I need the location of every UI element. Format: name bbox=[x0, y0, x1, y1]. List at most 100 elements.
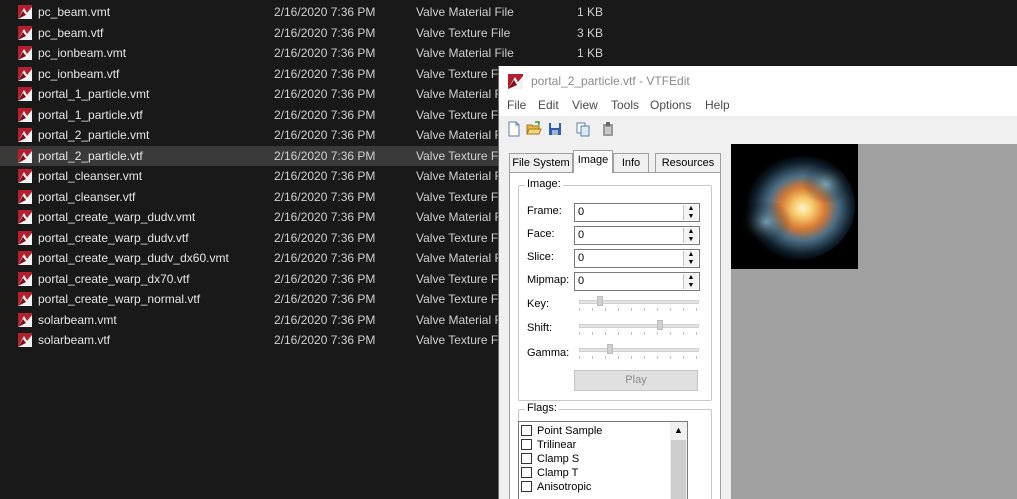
title-bar[interactable]: portal_2_particle.vtf - VTFEdit bbox=[499, 66, 1017, 96]
file-date: 2/16/2020 7:36 PM bbox=[274, 148, 376, 163]
valve-file-icon bbox=[18, 148, 32, 163]
file-date: 2/16/2020 7:36 PM bbox=[274, 251, 376, 265]
file-type: Valve Material File bbox=[416, 5, 514, 19]
face-spin-buttons[interactable]: ▲ ▼ bbox=[683, 228, 698, 243]
valve-file-icon bbox=[18, 189, 32, 204]
menu-edit[interactable]: Edit bbox=[538, 98, 559, 112]
shift-label: Shift: bbox=[527, 322, 553, 334]
file-date: 2/16/2020 7:36 PM bbox=[274, 312, 376, 327]
file-date: 2/16/2020 7:36 PM bbox=[274, 292, 376, 306]
file-date: 2/16/2020 7:36 PM bbox=[274, 271, 376, 286]
checkbox[interactable] bbox=[521, 467, 532, 478]
file-row[interactable]: pc_beam.vtf 2/16/2020 7:36 PM Valve Textur… bbox=[0, 23, 1017, 43]
gamma-slider-thumb[interactable] bbox=[607, 344, 613, 354]
open-icon[interactable] bbox=[526, 121, 542, 137]
flag-label: Clamp S bbox=[537, 453, 580, 465]
tab-image[interactable]: Image bbox=[573, 150, 613, 173]
file-type: Valve Texture File bbox=[416, 292, 511, 306]
menu-tools[interactable]: Tools bbox=[611, 98, 639, 112]
valve-file-icon bbox=[18, 5, 32, 19]
scroll-up-icon[interactable]: ▲ bbox=[670, 422, 687, 439]
file-name: pc_beam.vtf bbox=[38, 25, 104, 40]
tab-info[interactable]: Info bbox=[613, 153, 649, 172]
spin-up-icon[interactable]: ▲ bbox=[684, 205, 698, 212]
checkbox[interactable] bbox=[521, 425, 532, 436]
image-tab-panel: Image: Frame: 0 ▲ ▼ Face: 0 ▲ ▼ Slice: 0 ▲… bbox=[509, 172, 721, 499]
flag-label: Point Sample bbox=[537, 425, 603, 437]
tab-resources[interactable]: Resources bbox=[655, 153, 721, 172]
valve-file-icon bbox=[18, 271, 32, 286]
mipmap-spinner[interactable]: 0 ▲ ▼ bbox=[574, 272, 700, 291]
file-name: portal_create_warp_dudv_dx60.vmt bbox=[38, 251, 229, 265]
face-label: Face: bbox=[527, 228, 555, 240]
valve-file-icon bbox=[18, 107, 32, 122]
file-date: 2/16/2020 7:36 PM bbox=[274, 25, 376, 40]
file-row[interactable]: pc_beam.vmt 2/16/2020 7:36 PM Valve Materi… bbox=[0, 2, 1017, 22]
tab-strip: File System Image Info Resources bbox=[509, 150, 721, 173]
menu-file[interactable]: File bbox=[507, 98, 526, 112]
flags-scrollbar[interactable]: ▲ bbox=[670, 422, 687, 499]
frame-spin-buttons[interactable]: ▲ ▼ bbox=[683, 205, 698, 220]
key-slider[interactable] bbox=[579, 296, 699, 311]
spin-up-icon[interactable]: ▲ bbox=[684, 228, 698, 235]
checkbox[interactable] bbox=[521, 453, 532, 464]
checkbox[interactable] bbox=[521, 439, 532, 450]
gamma-slider[interactable] bbox=[579, 344, 699, 359]
paste-icon[interactable] bbox=[600, 121, 616, 137]
mipmap-label: Mipmap: bbox=[527, 274, 570, 286]
frame-spinner[interactable]: 0 ▲ ▼ bbox=[574, 203, 700, 222]
file-date: 2/16/2020 7:36 PM bbox=[274, 107, 376, 122]
menu-options[interactable]: Options bbox=[650, 98, 691, 112]
shift-slider-thumb[interactable] bbox=[657, 320, 663, 330]
spin-down-icon[interactable]: ▼ bbox=[684, 213, 698, 220]
slice-value: 0 bbox=[578, 252, 585, 264]
file-type: Valve Texture File bbox=[416, 107, 511, 122]
slice-spinner[interactable]: 0 ▲ ▼ bbox=[574, 249, 700, 268]
face-value: 0 bbox=[578, 229, 585, 241]
file-name: portal_2_particle.vmt bbox=[38, 128, 150, 142]
valve-file-icon bbox=[18, 230, 32, 245]
spin-down-icon[interactable]: ▼ bbox=[684, 282, 698, 289]
file-size: 1 KB bbox=[577, 5, 604, 19]
vtfedit-window: portal_2_particle.vtf - VTFEdit File Edi… bbox=[499, 66, 1017, 499]
spin-down-icon[interactable]: ▼ bbox=[684, 236, 698, 243]
scroll-thumb[interactable] bbox=[671, 440, 686, 499]
file-type: Valve Material File bbox=[416, 46, 514, 60]
spin-down-icon[interactable]: ▼ bbox=[684, 259, 698, 266]
file-name: portal_1_particle.vtf bbox=[38, 107, 143, 122]
file-date: 2/16/2020 7:36 PM bbox=[274, 230, 376, 245]
shift-slider[interactable] bbox=[579, 320, 699, 335]
play-button[interactable]: Play bbox=[574, 370, 698, 391]
mipmap-spin-buttons[interactable]: ▲ ▼ bbox=[683, 274, 698, 289]
key-slider-thumb[interactable] bbox=[597, 296, 603, 306]
spin-up-icon[interactable]: ▲ bbox=[684, 274, 698, 281]
file-date: 2/16/2020 7:36 PM bbox=[274, 87, 376, 101]
file-name: pc_ionbeam.vmt bbox=[38, 46, 127, 60]
file-name: pc_beam.vmt bbox=[38, 5, 111, 19]
face-spinner[interactable]: 0 ▲ ▼ bbox=[574, 226, 700, 245]
copy-icon[interactable] bbox=[575, 121, 591, 137]
toolbar bbox=[499, 116, 1017, 144]
image-viewer[interactable] bbox=[731, 144, 1017, 499]
save-icon[interactable] bbox=[547, 121, 563, 137]
file-name: solarbeam.vmt bbox=[38, 312, 117, 327]
valve-file-icon bbox=[18, 333, 32, 347]
flags-list[interactable]: Point Sample Trilinear Clamp S Clamp T A… bbox=[518, 421, 688, 499]
valve-file-icon bbox=[18, 169, 32, 183]
new-icon[interactable] bbox=[506, 121, 522, 137]
file-date: 2/16/2020 7:36 PM bbox=[274, 66, 376, 81]
spin-up-icon[interactable]: ▲ bbox=[684, 251, 698, 258]
slice-spin-buttons[interactable]: ▲ ▼ bbox=[683, 251, 698, 266]
mipmap-value: 0 bbox=[578, 275, 585, 287]
file-name: pc_ionbeam.vtf bbox=[38, 66, 120, 81]
file-name: portal_cleanser.vtf bbox=[38, 189, 136, 204]
menu-view[interactable]: View bbox=[572, 98, 598, 112]
menu-help[interactable]: Help bbox=[705, 98, 730, 112]
file-row[interactable]: pc_ionbeam.vmt 2/16/2020 7:36 PM Valve Mat… bbox=[0, 43, 1017, 63]
frame-label: Frame: bbox=[527, 205, 562, 217]
file-name: portal_1_particle.vmt bbox=[38, 87, 150, 101]
key-label: Key: bbox=[527, 298, 550, 310]
left-panel: File System Image Info Resources Image: … bbox=[503, 150, 727, 499]
checkbox[interactable] bbox=[521, 481, 532, 492]
tab-file-system[interactable]: File System bbox=[509, 153, 573, 172]
